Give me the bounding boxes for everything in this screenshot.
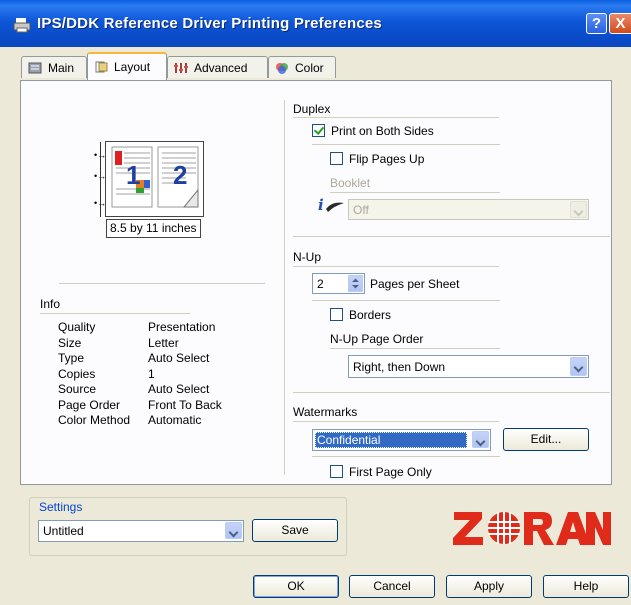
duplex-separator	[293, 117, 499, 118]
info-copies-label: Copies	[58, 367, 96, 381]
nup-separator	[293, 266, 499, 267]
svg-text:i: i	[318, 197, 324, 214]
layout-tab-icon	[94, 61, 108, 73]
title-bar[interactable]: IPS/DDK Reference Driver Printing Prefer…	[0, 0, 631, 47]
tab-layout-label: Layout	[114, 60, 151, 74]
printer-icon	[13, 17, 31, 33]
info-size-label: Size	[58, 336, 82, 350]
printing-preferences-dialog: IPS/DDK Reference Driver Printing Prefer…	[0, 0, 631, 605]
settings-label: Settings	[37, 500, 85, 514]
watermarks-sub-separator	[312, 456, 500, 457]
help-button[interactable]: Help	[543, 575, 629, 598]
nup-page-order-dropdown[interactable]: Right, then Down	[348, 355, 589, 378]
watermark-dropdown-value: Confidential	[317, 433, 381, 447]
booklet-dropdown-value: Off	[353, 203, 369, 217]
preview-pages-graphic	[111, 146, 199, 208]
main-tab-icon	[28, 62, 42, 74]
ok-button[interactable]: OK	[253, 575, 339, 598]
chevron-down-icon	[570, 357, 587, 376]
nup-heading: N-Up	[293, 250, 322, 264]
tab-main-label: Main	[48, 60, 75, 75]
watermark-edit-button[interactable]: Edit...	[503, 428, 589, 451]
pages-per-sheet-value: 2	[317, 277, 324, 291]
pages-per-sheet-stepper[interactable]: 2	[312, 273, 365, 294]
info-color-method-label: Color Method	[58, 413, 131, 427]
close-button[interactable]: X	[609, 13, 631, 34]
booklet-info-icon: i	[318, 196, 346, 218]
spin-arrows-icon[interactable]	[348, 275, 363, 292]
print-both-sides-checkbox[interactable]	[312, 124, 325, 137]
flip-pages-up-label[interactable]: Flip Pages Up	[349, 152, 424, 166]
tab-layout[interactable]: Layout	[87, 52, 167, 80]
settings-dropdown-value: Untitled	[43, 524, 84, 538]
borders-label[interactable]: Borders	[349, 308, 391, 322]
tab-color[interactable]: Color	[268, 56, 336, 78]
nup-order-separator	[330, 348, 500, 349]
paper-size-label: 8.5 by 11 inches	[106, 219, 201, 238]
preview-page-1-number: 1	[126, 160, 141, 190]
duplex-bottom-separator	[293, 236, 610, 237]
watermark-dropdown[interactable]: Confidential	[312, 429, 491, 451]
info-separator	[40, 313, 190, 314]
booklet-dropdown[interactable]: Off	[348, 199, 589, 220]
info-page-order-value: Front To Back	[148, 398, 222, 412]
window-title: IPS/DDK Reference Driver Printing Prefer…	[37, 15, 382, 32]
chevron-down-icon	[570, 201, 587, 218]
booklet-separator	[330, 192, 500, 193]
preview-sheet: 1 2	[105, 141, 204, 217]
advanced-tab-icon	[174, 62, 188, 74]
watermarks-separator	[293, 421, 499, 422]
chevron-down-icon	[225, 522, 242, 539]
flip-pages-up-checkbox[interactable]	[330, 152, 343, 165]
tab-color-label: Color	[295, 60, 324, 75]
tab-strip: Main Layout Advanced Color	[0, 47, 631, 81]
first-page-only-checkbox[interactable]	[330, 465, 343, 478]
info-type-label: Type	[58, 351, 85, 365]
info-source-value: Auto Select	[148, 382, 210, 396]
info-color-method-value: Automatic	[148, 413, 202, 427]
cancel-button[interactable]: Cancel	[349, 575, 435, 598]
info-size-value: Letter	[148, 336, 179, 350]
color-tab-icon	[275, 62, 289, 74]
nup-sub-separator	[312, 300, 500, 301]
duplex-sub-separator	[312, 144, 500, 145]
nup-page-order-label: N-Up Page Order	[330, 332, 424, 346]
chevron-down-icon	[472, 431, 489, 448]
info-page-order-label: Page Order	[58, 398, 121, 412]
tab-main[interactable]: Main	[21, 56, 87, 78]
help-title-button[interactable]: ?	[586, 13, 607, 34]
tab-advanced[interactable]: Advanced	[167, 56, 268, 78]
borders-checkbox[interactable]	[330, 308, 343, 321]
nup-page-order-value: Right, then Down	[353, 360, 446, 374]
zoran-logo	[452, 508, 612, 548]
first-page-only-label[interactable]: First Page Only	[349, 465, 432, 479]
save-button[interactable]: Save	[252, 519, 338, 542]
zoran-logo-graphic	[453, 512, 611, 545]
info-quality-label: Quality	[58, 320, 96, 334]
watermarks-heading: Watermarks	[293, 405, 358, 419]
print-both-sides-label[interactable]: Print on Both Sides	[331, 124, 434, 138]
settings-dropdown[interactable]: Untitled	[38, 520, 244, 542]
apply-button[interactable]: Apply	[446, 575, 532, 598]
duplex-heading: Duplex	[293, 102, 331, 116]
nup-bottom-separator	[293, 392, 610, 393]
info-quality-value: Presentation	[148, 320, 216, 334]
info-type-value: Auto Select	[148, 351, 210, 365]
booklet-label: Booklet	[330, 176, 371, 190]
info-source-label: Source	[58, 382, 97, 396]
left-separator	[59, 283, 265, 284]
pages-per-sheet-label: Pages per Sheet	[370, 277, 460, 291]
preview-page-2-number: 2	[173, 160, 188, 190]
vertical-divider	[284, 100, 285, 475]
info-heading: Info	[40, 297, 61, 311]
info-copies-value: 1	[148, 367, 155, 381]
tab-advanced-label: Advanced	[194, 60, 248, 75]
